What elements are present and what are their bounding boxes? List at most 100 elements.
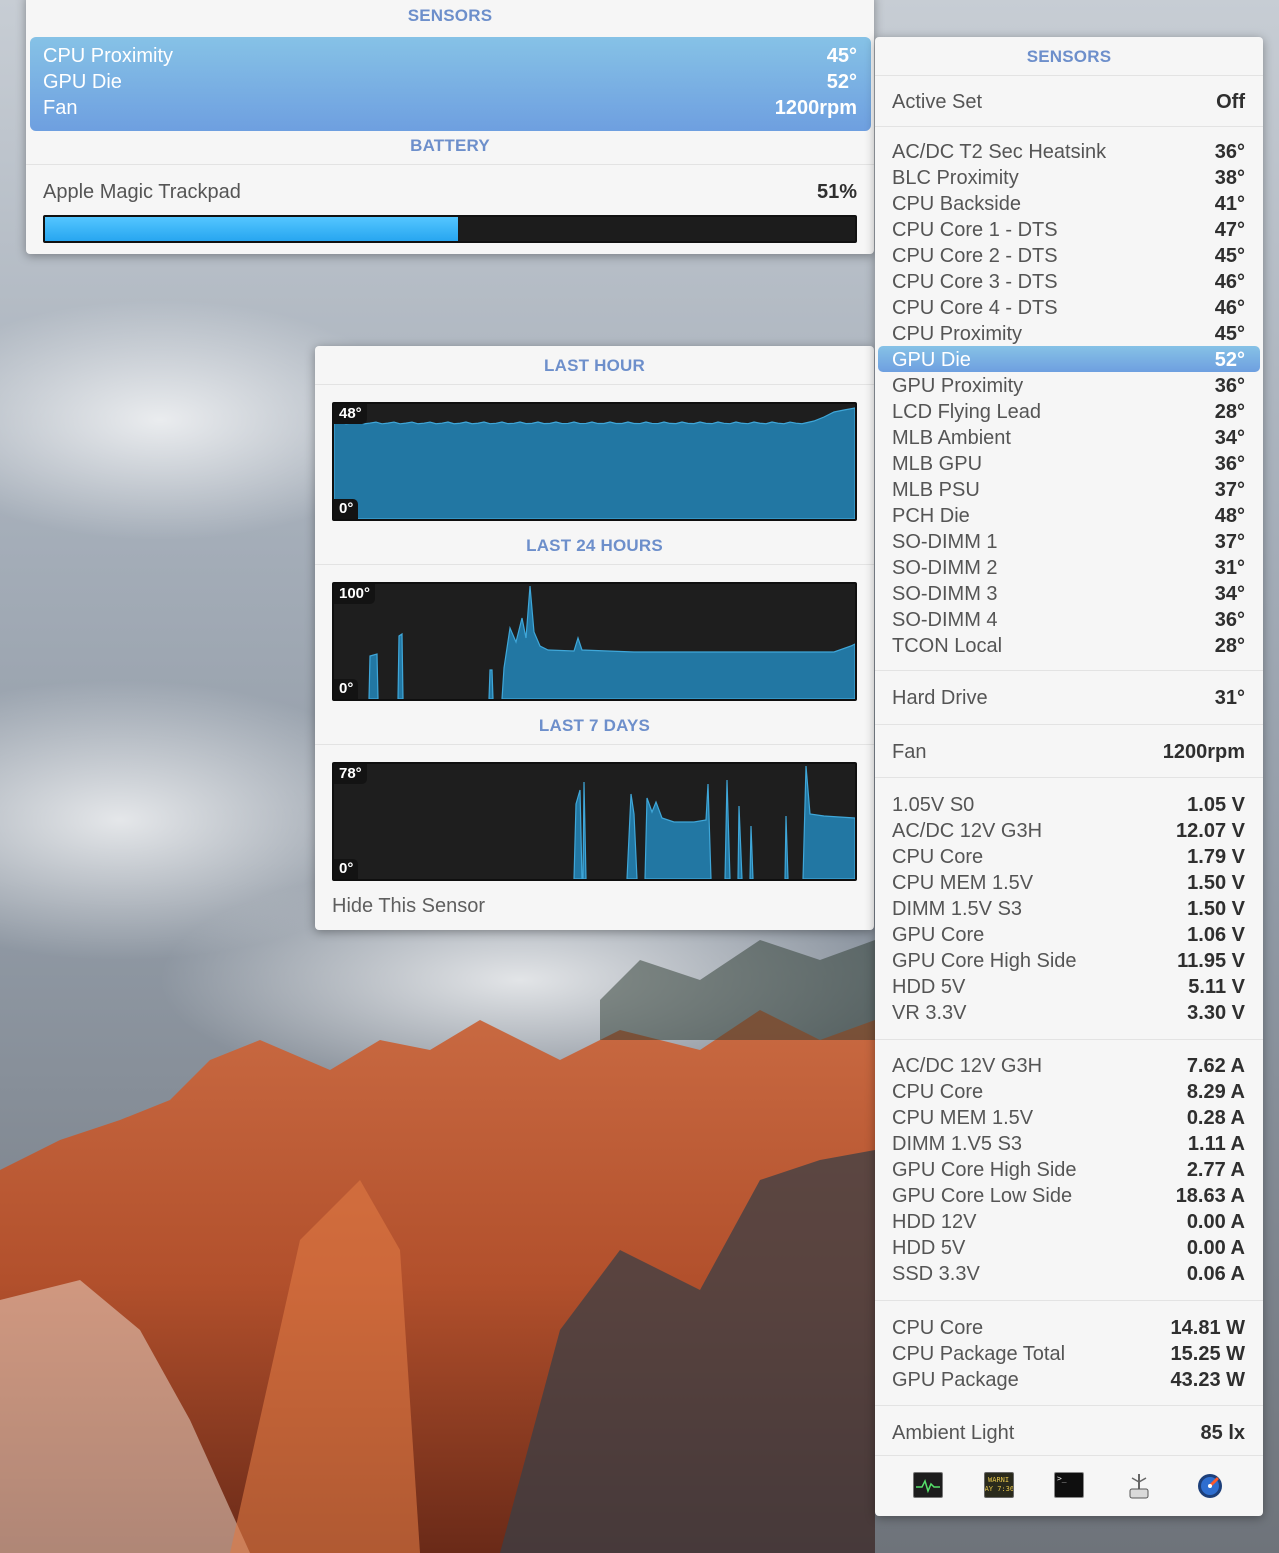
current-row-value: 8.29 A	[1186, 1080, 1245, 1103]
voltage-row[interactable]: HDD 5V 5.11 V	[892, 974, 1245, 1000]
terminal-icon[interactable]: >_	[1053, 1472, 1084, 1498]
power-row-value: 43.23 W	[1170, 1368, 1245, 1391]
selected-sensors-block[interactable]: CPU Proximity 45° GPU Die 52° Fan 1200rp…	[30, 37, 871, 131]
last-24-hours-title: LAST 24 HOURS	[526, 536, 663, 555]
history-area	[784, 815, 789, 879]
temperature-row[interactable]: CPU Proximity 45°	[892, 321, 1245, 347]
battery-device-row[interactable]: Apple Magic Trackpad 51%	[43, 179, 857, 205]
temperature-row-label: SO-DIMM 4	[892, 608, 998, 631]
temperature-list: AC/DC T2 Sec Heatsink 36° BLC Proximity 38°…	[892, 139, 1245, 659]
selected-sensor-value: 1200rpm	[774, 96, 857, 119]
temperature-row[interactable]: SO-DIMM 3 34°	[892, 581, 1245, 607]
temperature-row[interactable]: AC/DC T2 Sec Heatsink 36°	[892, 139, 1245, 165]
selected-sensor-row[interactable]: Fan 1200rpm	[43, 95, 857, 121]
temperature-row-selected[interactable]: GPU Die 52°	[892, 347, 1245, 373]
voltage-row[interactable]: GPU Core High Side 11.95 V	[892, 948, 1245, 974]
current-row[interactable]: CPU MEM 1.5V 0.28 A	[892, 1105, 1245, 1131]
temperature-row[interactable]: CPU Core 1 - DTS 47°	[892, 217, 1245, 243]
selected-sensor-value: 45°	[826, 44, 857, 67]
voltage-row-value: 1.05 V	[1187, 793, 1245, 816]
selected-sensor-row[interactable]: GPU Die 52°	[43, 69, 857, 95]
temperature-row[interactable]: LCD Flying Lead 28°	[892, 399, 1245, 425]
fan-row[interactable]: Fan 1200rpm	[892, 739, 1245, 765]
hard-drive-row[interactable]: Hard Drive 31°	[892, 685, 1245, 711]
last-7-days-max-label: 78°	[334, 764, 367, 784]
temperature-row-value: 46°	[1214, 296, 1245, 319]
power-row[interactable]: CPU Core 14.81 W	[892, 1315, 1245, 1341]
temperature-row-label: LCD Flying Lead	[892, 400, 1041, 423]
current-row[interactable]: GPU Core Low Side 18.63 A	[892, 1183, 1245, 1209]
selected-sensor-row[interactable]: CPU Proximity 45°	[43, 43, 857, 69]
voltage-row[interactable]: VR 3.3V 3.30 V	[892, 1000, 1245, 1026]
voltage-row[interactable]: CPU MEM 1.5V 1.50 V	[892, 870, 1245, 896]
last-hour-graph: 48° 0°	[332, 402, 857, 521]
temperature-row-label: TCON Local	[892, 634, 1003, 657]
history-area	[802, 765, 855, 879]
voltage-row[interactable]: DIMM 1.5V S3 1.50 V	[892, 896, 1245, 922]
voltage-row-label: HDD 5V	[892, 975, 966, 998]
temperature-row-value: 37°	[1214, 478, 1245, 501]
temperature-row-value: 36°	[1214, 452, 1245, 475]
voltage-row-label: CPU MEM 1.5V	[892, 871, 1034, 894]
last-hour-min-label: 0°	[334, 499, 359, 519]
last-hour-max-label: 48°	[334, 404, 367, 424]
current-row[interactable]: GPU Core High Side 2.77 A	[892, 1157, 1245, 1183]
temperature-row[interactable]: CPU Core 4 - DTS 46°	[892, 295, 1245, 321]
current-row-label: CPU MEM 1.5V	[892, 1106, 1034, 1129]
usb-icon[interactable]	[1124, 1472, 1154, 1499]
ambient-light-row[interactable]: Ambient Light 85 lx	[892, 1420, 1245, 1446]
history-area	[397, 632, 404, 699]
current-row[interactable]: DIMM 1.V5 S3 1.11 A	[892, 1131, 1245, 1157]
temperature-row-value: 46°	[1214, 270, 1245, 293]
voltage-row[interactable]: AC/DC 12V G3H 12.07 V	[892, 818, 1245, 844]
current-row[interactable]: SSD 3.3V 0.06 A	[892, 1261, 1245, 1287]
temperature-row-label: GPU Proximity	[892, 374, 1024, 397]
fan-label: Fan	[892, 740, 927, 763]
power-row[interactable]: CPU Package Total 15.25 W	[892, 1341, 1245, 1367]
temperature-row-value: 38°	[1214, 166, 1245, 189]
temperature-row[interactable]: TCON Local 28°	[892, 633, 1245, 659]
current-row-value: 0.00 A	[1186, 1236, 1245, 1259]
temperature-row[interactable]: CPU Core 2 - DTS 45°	[892, 243, 1245, 269]
temperature-row[interactable]: CPU Core 3 - DTS 46°	[892, 269, 1245, 295]
temperature-row[interactable]: PCH Die 48°	[892, 503, 1245, 529]
power-row-value: 14.81 W	[1170, 1316, 1245, 1339]
ambient-light-value: 85 lx	[1200, 1421, 1245, 1444]
console-icon[interactable]: WARNI AY 7:36	[983, 1472, 1014, 1498]
temperature-row[interactable]: MLB Ambient 34°	[892, 425, 1245, 451]
istat-icon[interactable]	[1195, 1472, 1225, 1498]
voltage-row[interactable]: CPU Core 1.79 V	[892, 844, 1245, 870]
power-row[interactable]: GPU Package 43.23 W	[892, 1367, 1245, 1393]
temperature-row[interactable]: BLC Proximity 38°	[892, 165, 1245, 191]
temperature-row[interactable]: MLB PSU 37°	[892, 477, 1245, 503]
voltage-row[interactable]: GPU Core 1.06 V	[892, 922, 1245, 948]
active-set-row[interactable]: Active Set Off	[892, 89, 1245, 115]
history-area	[334, 407, 855, 519]
temperature-row-value: 37°	[1214, 530, 1245, 553]
voltage-row[interactable]: 1.05V S0 1.05 V	[892, 792, 1245, 818]
temperature-row-value: 45°	[1214, 244, 1245, 267]
hide-sensor-button[interactable]: Hide This Sensor	[332, 895, 485, 918]
divider	[315, 564, 874, 565]
temperature-row[interactable]: CPU Backside 41°	[892, 191, 1245, 217]
current-row[interactable]: AC/DC 12V G3H 7.62 A	[892, 1053, 1245, 1079]
temperature-row-value: 36°	[1214, 608, 1245, 631]
temperature-row[interactable]: SO-DIMM 4 36°	[892, 607, 1245, 633]
last-24-hours-min-label: 0°	[334, 679, 359, 699]
current-row[interactable]: HDD 12V 0.00 A	[892, 1209, 1245, 1235]
voltage-row-label: VR 3.3V	[892, 1001, 967, 1024]
last-hour-title: LAST HOUR	[544, 356, 645, 375]
activity-monitor-icon[interactable]	[913, 1472, 944, 1498]
temperature-row[interactable]: SO-DIMM 2 31°	[892, 555, 1245, 581]
active-set-value: Off	[1216, 90, 1245, 113]
current-row[interactable]: HDD 5V 0.00 A	[892, 1235, 1245, 1261]
current-row[interactable]: CPU Core 8.29 A	[892, 1079, 1245, 1105]
history-area	[582, 781, 587, 879]
temperature-row-label: MLB GPU	[892, 452, 983, 475]
temperature-row[interactable]: SO-DIMM 1 37°	[892, 529, 1245, 555]
temperature-row[interactable]: GPU Proximity 36°	[892, 373, 1245, 399]
history-area	[644, 783, 712, 879]
selected-sensor-value: 52°	[826, 70, 857, 93]
last-hour-graph-plot	[334, 407, 855, 519]
temperature-row[interactable]: MLB GPU 36°	[892, 451, 1245, 477]
